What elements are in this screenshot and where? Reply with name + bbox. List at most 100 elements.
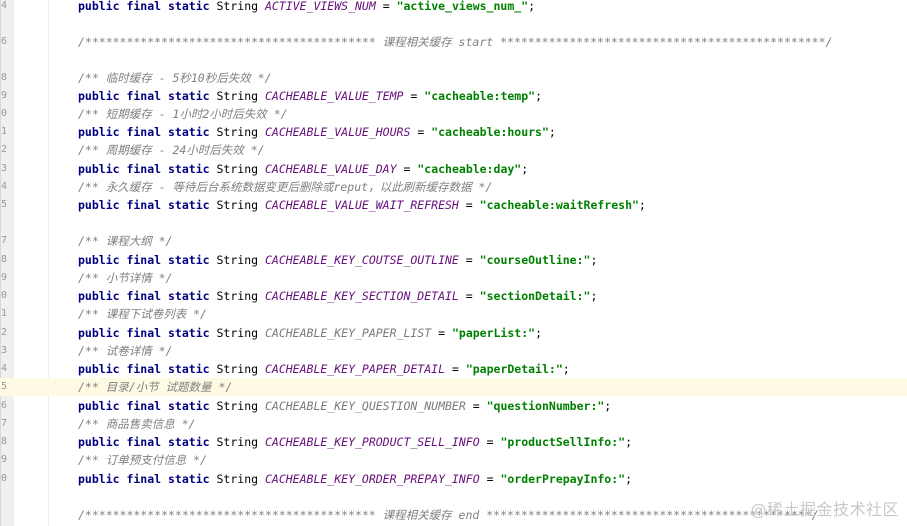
line-number: 4 — [1, 181, 8, 192]
code-line[interactable]: 2 public final static String CACHEABLE_K… — [0, 324, 907, 342]
type-name: String — [216, 362, 259, 376]
doc-comment[interactable]: /** 目录/小节 试题数量 */ — [78, 378, 232, 396]
string-literal: "paperList:" — [451, 326, 536, 340]
line-number: 8 — [1, 436, 8, 447]
code-line[interactable]: 0 /** 短期缓存 - 1小时2小时后失效 */ — [0, 105, 907, 123]
code-text[interactable]: public final static String CACHEABLE_KEY… — [78, 470, 632, 488]
operator: = — [465, 289, 473, 303]
keyword: public final static — [78, 253, 210, 267]
semicolon: ; — [590, 289, 598, 303]
constant-name: CACHEABLE_VALUE_WAIT_REFRESH — [264, 198, 459, 212]
semicolon: ; — [528, 0, 536, 13]
code-line[interactable]: 8 public final static String CACHEABLE_K… — [0, 433, 907, 451]
code-line[interactable]: 9 /** 订单预支付信息 */ — [0, 451, 907, 469]
code-line[interactable]: 7 /** 商品售卖信息 */ — [0, 415, 907, 433]
code-line[interactable]: 9 public final static String CACHEABLE_V… — [0, 87, 907, 105]
operator: = — [438, 326, 446, 340]
doc-comment[interactable]: /** 短期缓存 - 1小时2小时后失效 */ — [78, 105, 288, 123]
code-text[interactable]: public final static String CACHEABLE_KEY… — [78, 251, 597, 269]
semicolon: ; — [548, 125, 556, 139]
constant-name: ACTIVE_VIEWS_NUM — [264, 0, 376, 13]
semicolon: ; — [604, 399, 612, 413]
section-start-comment[interactable]: /***************************************… — [78, 33, 832, 51]
semicolon: ; — [521, 162, 529, 176]
doc-comment[interactable]: /** 课程大纲 */ — [78, 232, 172, 250]
operator: = — [410, 89, 418, 103]
code-text[interactable]: public final static String CACHEABLE_KEY… — [78, 287, 597, 305]
code-text[interactable]: public final static String CACHEABLE_VAL… — [78, 196, 646, 214]
code-text[interactable]: public final static String CACHEABLE_VAL… — [78, 123, 556, 141]
line-number: 8 — [1, 254, 8, 265]
doc-comment[interactable]: /** 试卷详情 */ — [78, 342, 172, 360]
code-line[interactable]: 2 /** 周期缓存 - 24小时后失效 */ — [0, 141, 907, 159]
string-literal: "paperDetail:" — [465, 362, 563, 376]
constant-name: CACHEABLE_KEY_ORDER_PREPAY_INFO — [264, 472, 480, 486]
doc-comment[interactable]: /** 订单预支付信息 */ — [78, 451, 207, 469]
code-line[interactable]: 0 public final static String CACHEABLE_K… — [0, 470, 907, 488]
code-line[interactable]: 6 /*************************************… — [0, 33, 907, 51]
line-number: 6 — [1, 400, 8, 411]
code-line[interactable]: 3 /** 试卷详情 */ — [0, 342, 907, 360]
section-end-comment[interactable]: /***************************************… — [78, 506, 819, 524]
line-number: 3 — [1, 163, 8, 174]
line-number: 0 — [1, 473, 8, 484]
watermark: @稀土掘金技术社区 — [750, 500, 899, 519]
keyword: public final static — [78, 289, 210, 303]
type-name: String — [216, 472, 259, 486]
code-line[interactable]: 8 /** 临时缓存 - 5秒10秒后失效 */ — [0, 69, 907, 87]
operator: = — [465, 253, 473, 267]
constant-name: CACHEABLE_KEY_SECTION_DETAIL — [264, 289, 459, 303]
operator: = — [486, 435, 494, 449]
code-line[interactable]: 4 public final static String CACHEABLE_K… — [0, 360, 907, 378]
code-text[interactable]: public final static String ACTIVE_VIEWS_… — [78, 0, 535, 15]
doc-comment[interactable]: /** 周期缓存 - 24小时后失效 */ — [78, 141, 265, 159]
operator: = — [472, 399, 480, 413]
code-text[interactable]: public final static String CACHEABLE_VAL… — [78, 87, 542, 105]
code-line[interactable]: 1 /** 课程下试卷列表 */ — [0, 305, 907, 323]
semicolon: ; — [535, 89, 542, 103]
line-number: 2 — [1, 327, 8, 338]
code-line[interactable]: 1 public final static String CACHEABLE_V… — [0, 123, 907, 141]
doc-comment[interactable]: /** 临时缓存 - 5秒10秒后失效 */ — [78, 69, 272, 87]
keyword: public final static — [78, 472, 210, 486]
string-literal: "productSellInfo:" — [500, 435, 626, 449]
code-line[interactable]: 8 public final static String CACHEABLE_K… — [0, 251, 907, 269]
string-literal: "cacheable:hours" — [431, 125, 549, 139]
code-line[interactable]: 6 public final static String CACHEABLE_K… — [0, 397, 907, 415]
code-line[interactable]: 7 /** 课程大纲 */ — [0, 232, 907, 250]
line-number: 7 — [1, 418, 8, 429]
code-line[interactable]: 0 public final static String CACHEABLE_K… — [0, 287, 907, 305]
code-line[interactable]: 5 public final static String CACHEABLE_V… — [0, 196, 907, 214]
doc-comment[interactable]: /** 永久缓存 - 等待后台系统数据变更后删除或reput，以此刷新缓存数据 … — [78, 178, 492, 196]
line-number: 9 — [1, 90, 8, 101]
code-text[interactable]: public final static String CACHEABLE_KEY… — [78, 324, 542, 342]
doc-comment[interactable]: /** 课程下试卷列表 */ — [78, 305, 207, 323]
string-literal: "active_views_num_" — [396, 0, 529, 13]
code-line[interactable]: 4 public final static String ACTIVE_VIEW… — [0, 0, 907, 15]
string-literal: "cacheable:temp" — [424, 89, 536, 103]
constant-name: CACHEABLE_KEY_QUESTION_NUMBER — [264, 399, 466, 413]
code-text[interactable]: public final static String CACHEABLE_KEY… — [78, 397, 611, 415]
keyword: public final static — [78, 89, 210, 103]
string-literal: "orderPrepayInfo:" — [500, 472, 626, 486]
line-number: 8 — [1, 72, 8, 83]
code-line[interactable]: 4 /** 永久缓存 - 等待后台系统数据变更后删除或reput，以此刷新缓存数… — [0, 178, 907, 196]
current-code-line[interactable]: 5 /** 目录/小节 试题数量 */ — [0, 378, 907, 396]
keyword: public final static — [78, 326, 210, 340]
doc-comment[interactable]: /** 小节详情 */ — [78, 269, 172, 287]
operator: = — [486, 472, 494, 486]
string-literal: "cacheable:waitRefresh" — [479, 198, 639, 212]
code-line[interactable]: 9 /** 小节详情 */ — [0, 269, 907, 287]
semicolon: ; — [638, 198, 646, 212]
code-text[interactable]: public final static String CACHEABLE_KEY… — [78, 433, 632, 451]
line-number: 4 — [1, 363, 8, 374]
line-number: 3 — [1, 345, 8, 356]
line-number: 1 — [1, 308, 8, 319]
code-text[interactable]: public final static String CACHEABLE_VAL… — [78, 160, 528, 178]
line-number: 0 — [1, 108, 8, 119]
code-text[interactable]: public final static String CACHEABLE_KEY… — [78, 360, 570, 378]
keyword: public final static — [78, 399, 210, 413]
code-line[interactable]: 3 public final static String CACHEABLE_V… — [0, 160, 907, 178]
doc-comment[interactable]: /** 商品售卖信息 */ — [78, 415, 195, 433]
keyword: public final static — [78, 162, 210, 176]
